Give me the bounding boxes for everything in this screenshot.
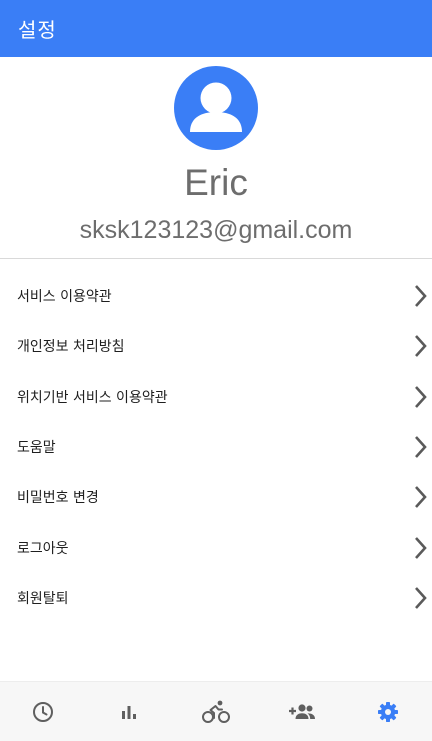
nav-history[interactable] xyxy=(13,682,73,741)
menu-item-label: 개인정보 처리방침 xyxy=(17,339,125,356)
chevron-right-icon xyxy=(415,385,427,408)
nav-add-friend[interactable] xyxy=(272,682,332,741)
menu-item-label: 로그아웃 xyxy=(17,540,69,557)
nav-cycling[interactable] xyxy=(186,682,246,741)
menu-item-logout[interactable]: 로그아웃 xyxy=(0,522,432,572)
bar-chart-icon xyxy=(122,706,136,719)
menu-item-label: 서비스 이용약관 xyxy=(17,289,112,306)
menu-item-delete-account[interactable]: 회원탈퇴 xyxy=(0,573,432,623)
section-divider xyxy=(0,258,432,259)
settings-screen: 설정 Eric sksk123123@gmail.com 서비스 이용약관 개인… xyxy=(0,0,432,741)
menu-item-terms-of-service[interactable]: 서비스 이용약관 xyxy=(0,271,432,321)
account-circle-icon[interactable] xyxy=(174,66,258,150)
menu-item-location-terms[interactable]: 위치기반 서비스 이용약관 xyxy=(0,372,432,422)
clock-icon xyxy=(33,702,53,722)
menu-item-label: 도움말 xyxy=(17,440,56,457)
chevron-right-icon xyxy=(415,285,427,308)
menu-item-privacy-policy[interactable]: 개인정보 처리방침 xyxy=(0,321,432,371)
profile-name: Eric xyxy=(184,162,248,203)
menu-item-label: 비밀번호 변경 xyxy=(17,490,99,507)
profile-section: Eric sksk123123@gmail.com xyxy=(0,57,432,259)
settings-gear-icon xyxy=(378,702,398,722)
page-title: 설정 xyxy=(18,18,57,42)
chevron-right-icon xyxy=(415,486,427,509)
nav-settings[interactable] xyxy=(358,682,418,741)
app-bar: 설정 xyxy=(0,0,432,57)
menu-item-label: 위치기반 서비스 이용약관 xyxy=(17,389,168,406)
chevron-right-icon xyxy=(415,335,427,358)
bottom-navigation xyxy=(0,681,432,741)
settings-menu: 서비스 이용약관 개인정보 처리방침 위치기반 서비스 이용약관 도움말 비밀번… xyxy=(0,271,432,623)
chevron-right-icon xyxy=(415,587,427,609)
profile-email: sksk123123@gmail.com xyxy=(79,216,353,244)
cycling-icon xyxy=(202,700,230,723)
chevron-right-icon xyxy=(415,436,427,458)
menu-item-label: 회원탈퇴 xyxy=(17,590,69,607)
chevron-right-icon xyxy=(415,536,427,559)
menu-item-change-password[interactable]: 비밀번호 변경 xyxy=(0,472,432,522)
menu-item-help[interactable]: 도움말 xyxy=(0,422,432,472)
nav-statistics[interactable] xyxy=(99,682,159,741)
add-friend-icon xyxy=(289,704,315,719)
